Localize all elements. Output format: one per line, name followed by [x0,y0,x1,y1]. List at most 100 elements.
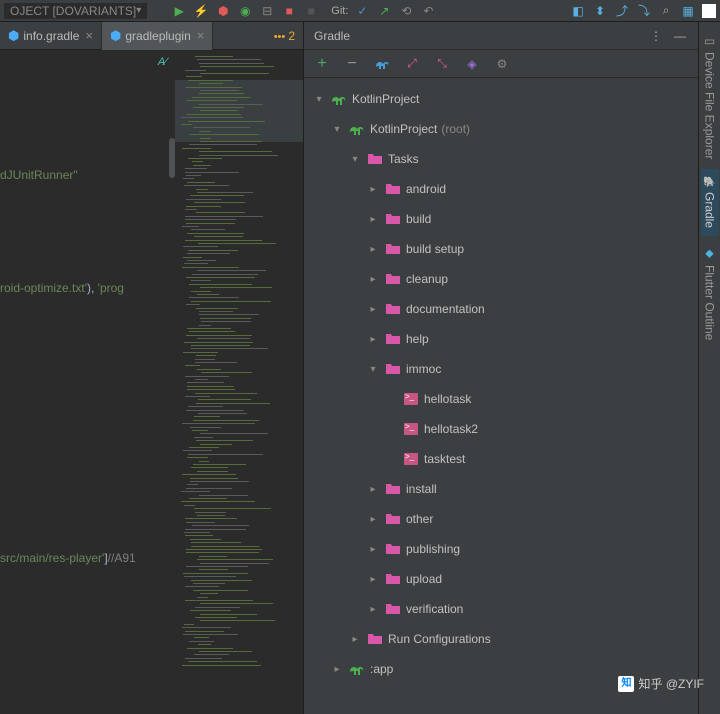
tree-item-build-setup[interactable]: ▸build setup [304,234,698,264]
chevron-down-icon[interactable]: ▾ [330,124,344,135]
chevron-right-icon[interactable]: ▸ [366,574,380,585]
collapse-all-icon[interactable]: ⤡ [434,56,450,72]
stop-icon[interactable]: ■ [281,3,297,19]
chevron-right-icon[interactable]: ▸ [366,184,380,195]
remove-icon[interactable]: − [344,56,360,72]
code-text: src/main/res-player' [0,551,104,565]
tree-item-other[interactable]: ▸ other [304,504,698,534]
editor-body[interactable]: A⁄ dJUnitRunner" roid-optimize.txt'), 'p… [0,50,303,714]
tree-item-tasks[interactable]: ▾Tasks [304,144,698,174]
right-sidebar: ▭Device File Explorer 🐘Gradle ⬥Flutter O… [698,22,720,714]
tree-item-immoc[interactable]: ▾immoc [304,354,698,384]
tree-item-build[interactable]: ▸build [304,204,698,234]
tree-item-help[interactable]: ▸ help [304,324,698,354]
panel-title: Gradle [314,29,350,43]
chevron-right-icon[interactable]: ▸ [366,304,380,315]
watermark: 知知乎 @ZYIF [618,675,704,692]
chevron-right-icon[interactable]: ▸ [366,544,380,555]
tab-gradleplugin[interactable]: ⬢ gradleplugin × [102,22,213,50]
offline-icon[interactable]: ◈ [464,56,480,72]
add-icon[interactable]: + [314,56,330,72]
tree-item-verification[interactable]: ▸verification [304,594,698,624]
folder-icon [384,332,402,346]
tree-item-cleanup[interactable]: ▸cleanup [304,264,698,294]
git-revert-icon[interactable]: ↶ [420,3,436,19]
chevron-right-icon[interactable]: ▸ [366,484,380,495]
chevron-right-icon[interactable]: ▸ [330,664,344,675]
tb-icon4[interactable]: ⤵ [636,3,652,19]
settings-icon[interactable]: ⚙ [494,56,510,72]
attach-icon[interactable]: ⊟ [259,3,275,19]
chevron-right-icon[interactable]: ▸ [366,514,380,525]
task-icon [402,452,420,466]
gradle-tree[interactable]: ▾KotlinProject▾KotlinProject (root)▾Task… [304,78,698,714]
tree-item-documentation[interactable]: ▸ documentation [304,294,698,324]
tb-white-icon[interactable] [702,4,716,18]
gradle-panel: Gradle ⋮ — + − ⤢ ⤡ ◈ ⚙ ▾ KotlinProject ▾ Ko… [303,22,698,714]
tree-item-kotlinproject[interactable]: ▾ KotlinProject [304,84,698,114]
folder-icon [384,512,402,526]
panel-minimize-icon[interactable]: — [672,28,688,44]
chevron-right-icon[interactable]: ▸ [366,334,380,345]
debug-icon[interactable]: ⚡ [193,3,209,19]
refresh-gradle-icon[interactable] [374,56,390,72]
tree-label: android [406,182,446,196]
git-update-icon[interactable]: ✓ [354,3,370,19]
expand-all-icon[interactable]: ⤢ [404,56,420,72]
tree-label: documentation [406,302,485,316]
chevron-right-icon[interactable]: ▸ [366,274,380,285]
folder-icon [384,542,402,556]
tree-label: help [406,332,429,346]
tree-item-tasktest[interactable]: tasktest [304,444,698,474]
search-icon[interactable]: ⌕ [658,3,674,19]
sidetab-device-explorer[interactable]: ▭Device File Explorer [701,26,719,167]
folder-icon [384,242,402,256]
panel-options-icon[interactable]: ⋮ [648,28,664,44]
tb-grid-icon[interactable]: ▦ [680,3,696,19]
folder-icon [384,482,402,496]
tree-label: other [406,512,433,526]
tree-item-install[interactable]: ▸install [304,474,698,504]
chevron-right-icon[interactable]: ▸ [366,244,380,255]
chevron-right-icon[interactable]: ▸ [348,634,362,645]
tb-icon2[interactable]: ⬍ [592,3,608,19]
minimap[interactable] [175,50,303,714]
git-history-icon[interactable]: ⟲ [398,3,414,19]
font-indicator-icon: A⁄ [158,56,167,68]
tb-icon3[interactable]: ⤴ [614,3,630,19]
tree-item-android[interactable]: ▸ android [304,174,698,204]
folder-icon [384,182,402,196]
tabs-overflow[interactable]: ••• 2 [274,29,303,43]
tree-label: KotlinProject [352,92,419,106]
kotlin-file-icon: ⬢ [8,28,19,44]
folder-icon [384,212,402,226]
run-icon[interactable]: ▶ [171,3,187,19]
chevron-right-icon[interactable]: ▸ [366,214,380,225]
sidetab-flutter[interactable]: ⬥Flutter Outline [701,238,719,348]
profile-icon[interactable]: ◉ [237,3,253,19]
sidetab-gradle[interactable]: 🐘Gradle [701,169,719,236]
folder-icon [384,362,402,376]
chevron-down-icon[interactable]: ▾ [366,364,380,375]
minimap-viewport[interactable] [175,80,303,142]
tree-item-run-configurations[interactable]: ▸Run Configurations [304,624,698,654]
tab-info-gradle[interactable]: ⬢ info.gradle × [0,22,102,50]
tree-item-publishing[interactable]: ▸publishing [304,534,698,564]
config-dropdown[interactable]: OJECT [DOVARIANTS] ▾ [4,3,147,19]
chevron-down-icon[interactable]: ▾ [312,94,326,105]
chevron-right-icon[interactable]: ▸ [366,604,380,615]
stop2-icon[interactable]: ■ [303,3,319,19]
close-icon[interactable]: × [85,28,93,43]
tree-item-hellotask2[interactable]: hellotask2 [304,414,698,444]
tree-label: hellotask2 [424,422,478,436]
tree-label: KotlinProject [370,122,437,136]
tb-icon1[interactable]: ◧ [570,3,586,19]
tree-item-hellotask[interactable]: hellotask [304,384,698,414]
tree-item-kotlinproject[interactable]: ▾KotlinProject (root) [304,114,698,144]
tree-item-upload[interactable]: ▸upload [304,564,698,594]
coverage-icon[interactable]: ⬢ [215,3,231,19]
git-commit-icon[interactable]: ↗ [376,3,392,19]
chevron-down-icon[interactable]: ▾ [348,154,362,165]
minimap-scrollbar[interactable] [169,138,175,178]
close-icon[interactable]: × [197,28,205,43]
